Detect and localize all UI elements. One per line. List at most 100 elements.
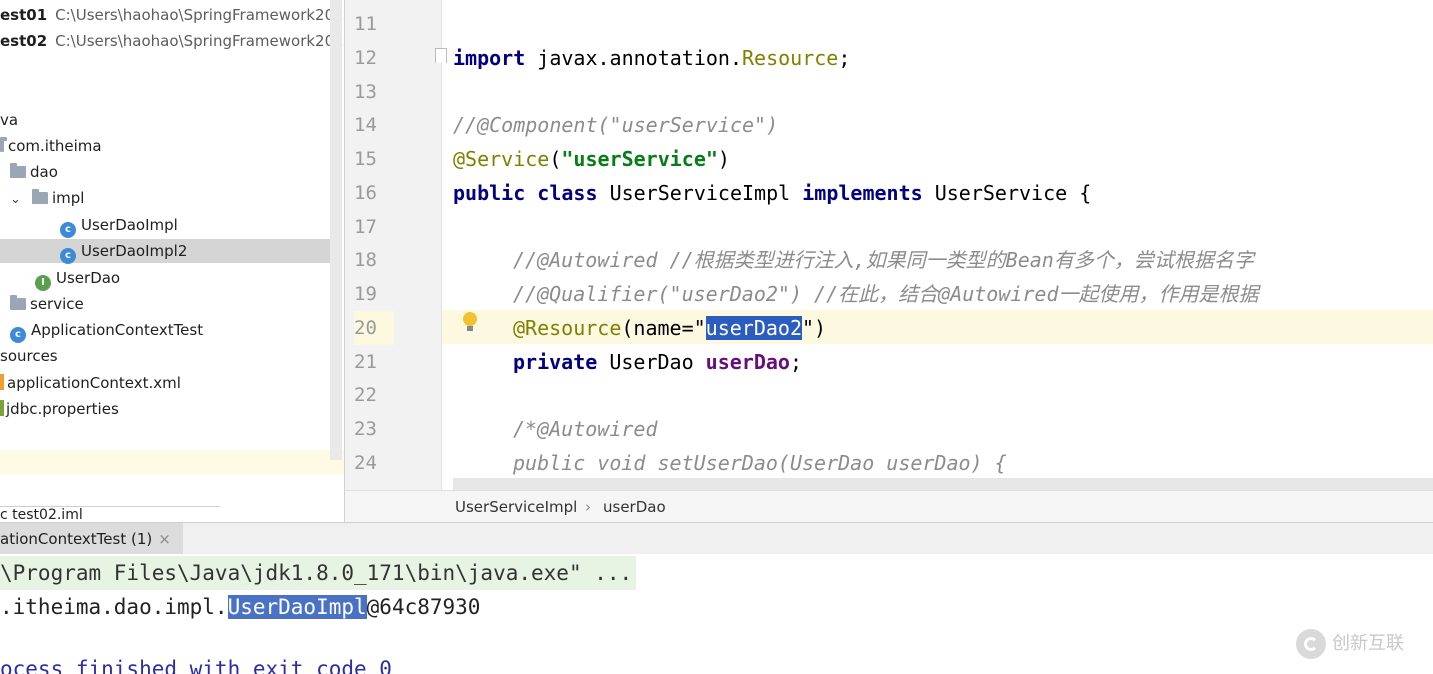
code-line-18: //@Autowired //根据类型进行注入,如果同一类型的Bean有多个，尝… <box>513 248 1254 272</box>
console-selected-text: UserDaoImpl <box>227 595 367 619</box>
console-exit-line: ocess finished with exit code 0 <box>0 657 392 674</box>
code-token: implements <box>802 181 923 205</box>
code-token: ; <box>789 350 803 374</box>
impl-label: impl <box>52 189 85 207</box>
tree-file-iml[interactable]: c test02.iml <box>0 506 220 520</box>
selected-text: userDao2 <box>705 316 802 340</box>
xml-file-icon <box>0 374 4 390</box>
tree-file-jdbc-properties[interactable]: jdbc.properties <box>0 397 119 421</box>
chevron-down-icon[interactable]: ⌄ <box>10 188 24 212</box>
code-token: public <box>453 181 526 205</box>
run-tab-label: ationContextTest (1) <box>0 530 153 548</box>
console-text: @64c87930 <box>366 595 481 619</box>
line-number: 18 <box>354 249 377 271</box>
code-token: ; <box>838 46 851 70</box>
line-number: 12 <box>354 47 377 69</box>
tree-class-userdaoimpl2[interactable]: c UserDaoImpl2 <box>0 239 330 264</box>
properties-file-label: jdbc.properties <box>6 400 119 418</box>
tree-module-test02[interactable]: est02 C:\Users\haohao\SpringFramework2023… <box>0 29 344 53</box>
code-token: private <box>513 350 598 374</box>
code-token: ) <box>717 147 730 171</box>
current-line-highlight <box>345 310 1433 344</box>
code-line-23: /*@Autowired <box>513 417 658 441</box>
tree-file-applicationcontext-xml[interactable]: applicationContext.xml <box>0 371 181 395</box>
class-label: UserDaoImpl <box>81 216 178 234</box>
tab-run-applicationcontexttest[interactable]: ationContextTest (1) × <box>0 523 183 555</box>
line-number: 15 <box>354 148 377 170</box>
code-line-20: @Resource(name="userDao2") <box>513 311 826 345</box>
code-token: class <box>537 181 598 205</box>
line-number-gutter: 11 12 13 14 15 16 17 18 19 20 21 22 23 2… <box>345 0 442 490</box>
line-number: 21 <box>354 351 377 373</box>
close-icon[interactable]: × <box>158 530 171 548</box>
code-line-24: public void setUserDao(UserDao userDao) … <box>513 451 1007 475</box>
tree-folder-dao[interactable]: dao <box>10 160 58 184</box>
folder-icon <box>10 295 26 310</box>
module-path: C:\Users\haohao\SpringFramework2023\s <box>55 32 344 50</box>
code-line-14: //@Component("userService") <box>453 113 779 137</box>
folder-icon <box>32 189 48 204</box>
tree-class-userdaoimpl[interactable]: c UserDaoImpl <box>60 213 178 238</box>
folder-icon <box>10 163 26 178</box>
code-token: import <box>453 46 526 70</box>
console-command-line: \Program Files\Java\jdk1.8.0_171\bin\jav… <box>0 556 637 590</box>
code-line-16: public class UserServiceImpl implements … <box>453 176 1091 210</box>
tree-scrollbar[interactable] <box>330 0 342 460</box>
module-path: C:\Users\haohao\SpringFramework2023\s <box>55 6 344 24</box>
lightbulb-icon[interactable] <box>463 312 477 331</box>
interface-label: UserDao <box>56 269 121 287</box>
console-output-line: .itheima.dao.impl.UserDaoImpl@64c87930 <box>0 590 480 624</box>
tree-package-itheima[interactable]: com.itheima <box>0 134 102 158</box>
line-number: 11 <box>354 13 377 35</box>
tree-highlight-row <box>0 450 344 474</box>
line-number: 13 <box>354 81 377 103</box>
tree-module-test01[interactable]: est01 C:\Users\haohao\SpringFramework2023… <box>0 3 344 27</box>
breadcrumb-separator: › <box>585 498 591 516</box>
code-token: ") <box>802 316 827 340</box>
console-text: .itheima.dao.impl. <box>0 595 228 619</box>
tree-class-applicationcontexttest[interactable]: c ApplicationContextTest <box>10 318 203 343</box>
project-tree: est01 C:\Users\haohao\SpringFramework2023… <box>0 0 344 520</box>
line-number: 16 <box>354 182 377 204</box>
tree-folder-service[interactable]: service <box>10 292 84 316</box>
editor-horizontal-scrollbar[interactable] <box>453 478 1433 490</box>
code-token: javax.annotation. <box>525 46 742 70</box>
tree-folder-resources[interactable]: sources <box>0 344 58 368</box>
code-token: UserService { <box>934 181 1092 205</box>
line-number: 23 <box>354 418 377 440</box>
code-line-21: private UserDao userDao; <box>513 345 802 379</box>
line-number: 17 <box>354 216 377 238</box>
folder-icon <box>0 137 7 152</box>
code-editor[interactable]: 11 12 13 14 15 16 17 18 19 20 21 22 23 2… <box>344 0 1433 522</box>
code-token: ( <box>549 147 562 171</box>
line-number: 19 <box>354 283 377 305</box>
code-line-12: import javax.annotation.Resource; <box>453 41 850 75</box>
class-icon: c <box>60 248 76 264</box>
run-tool-window-tabs: ationContextTest (1) × <box>0 522 1433 555</box>
code-token: UserDao <box>597 350 706 374</box>
package-label: com.itheima <box>8 137 102 155</box>
dao-label: dao <box>30 163 58 181</box>
module-name: est02 <box>0 32 48 50</box>
resources-label: sources <box>0 347 58 365</box>
code-token: (name=" <box>621 316 706 340</box>
breadcrumb: UserServiceImpl › userDao <box>345 490 1433 522</box>
class-icon: c <box>60 222 76 238</box>
class-label: UserDaoImpl2 <box>81 242 188 260</box>
watermark: 创新互联 <box>1296 626 1404 662</box>
iml-file-label: c test02.iml <box>0 507 83 520</box>
code-line-19: //@Qualifier("userDao2") //在此，结合@Autowir… <box>513 282 1259 306</box>
tree-java-folder[interactable]: va <box>0 108 18 132</box>
breadcrumb-member[interactable]: userDao <box>603 491 666 522</box>
fold-marker-icon[interactable] <box>435 48 447 63</box>
code-token: userDao <box>705 350 790 374</box>
xml-file-label: applicationContext.xml <box>7 374 181 392</box>
tree-folder-impl[interactable]: ⌄ impl <box>10 186 84 210</box>
run-console[interactable]: \Program Files\Java\jdk1.8.0_171\bin\jav… <box>0 554 1433 674</box>
tree-interface-userdao[interactable]: I UserDao <box>35 266 121 291</box>
breadcrumb-class[interactable]: UserServiceImpl <box>455 491 577 522</box>
code-token: @Resource <box>513 316 622 340</box>
test-class-icon: c <box>10 327 26 343</box>
java-folder-label: va <box>0 111 19 129</box>
watermark-logo-icon <box>1296 629 1326 659</box>
